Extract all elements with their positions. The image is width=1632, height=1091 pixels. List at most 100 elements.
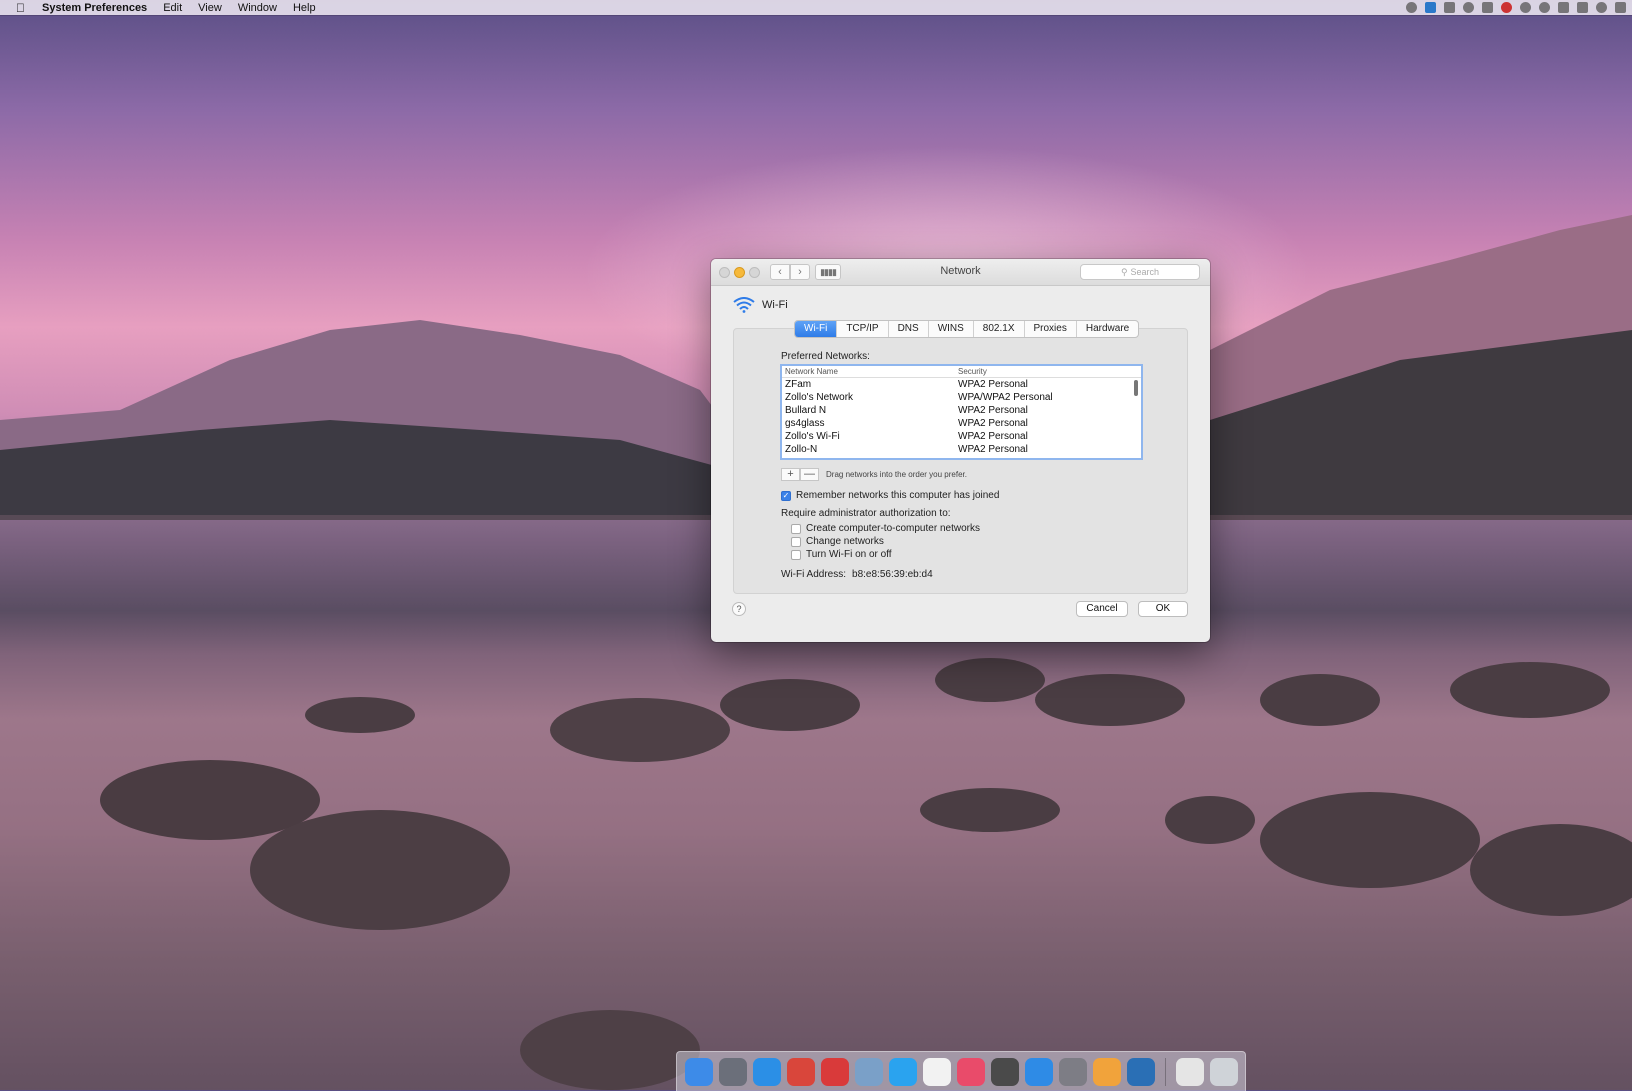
network-name: Zollo's Wi-Fi (785, 431, 840, 442)
table-scrollbar[interactable] (1134, 380, 1138, 396)
preferred-networks-label: Preferred Networks: (781, 351, 870, 362)
launchpad-icon[interactable] (718, 1057, 747, 1086)
service-header: Wi-Fi (733, 297, 788, 313)
table-header: Network Name Security (782, 366, 1141, 378)
toggle-wifi-checkbox[interactable]: Turn Wi-Fi on or off (791, 549, 892, 560)
calendar-icon[interactable] (922, 1057, 951, 1086)
column-security[interactable]: Security (958, 367, 987, 376)
table-row[interactable]: Zollo's Network WPA/WPA2 Personal (782, 391, 1141, 404)
preferred-networks-table[interactable]: Network Name Security ZFam WPA2 Personal… (780, 364, 1143, 460)
checkbox-empty-icon (791, 523, 801, 534)
wifi-icon (733, 297, 755, 313)
table-row[interactable]: gs4glass WPA2 Personal (782, 417, 1141, 430)
toggle-wifi-label: Turn Wi-Fi on or off (806, 549, 892, 560)
menu-help[interactable]: Help (293, 2, 316, 14)
menu-window[interactable]: Window (238, 2, 277, 14)
status-sync-icon[interactable] (1520, 2, 1531, 13)
network-name: Bullard N (785, 405, 827, 416)
tab-tcpip[interactable]: TCP/IP (837, 321, 889, 337)
title-bar[interactable]: ‹ › ▮▮▮▮ Network ⚲ Search (711, 259, 1210, 286)
network-security: WPA2 Personal (958, 444, 1028, 455)
network-security: WPA2 Personal (958, 405, 1028, 416)
twitter-icon[interactable] (888, 1057, 917, 1086)
status-time-machine-icon[interactable] (1596, 2, 1607, 13)
dock-separator (1164, 1057, 1166, 1086)
network-name: Zollo-N (785, 444, 818, 455)
network-security: WPA/WPA2 Personal (958, 392, 1053, 403)
menu-edit[interactable]: Edit (163, 2, 182, 14)
status-battery-icon[interactable] (1615, 2, 1626, 13)
table-row[interactable]: Zollo's Wi-Fi WPA2 Personal (782, 430, 1141, 443)
search-field[interactable]: ⚲ Search (1080, 264, 1200, 280)
final-cut-icon[interactable] (990, 1057, 1019, 1086)
system-preferences-icon[interactable] (1058, 1057, 1087, 1086)
itunes-icon[interactable] (956, 1057, 985, 1086)
tab-8021x[interactable]: 802.1X (974, 321, 1025, 337)
status-lock-icon[interactable] (1577, 2, 1588, 13)
network-window: ‹ › ▮▮▮▮ Network ⚲ Search Wi-Fi Wi-Fi TCP… (711, 259, 1210, 642)
remember-networks-checkbox[interactable]: ✓ Remember networks this computer has jo… (781, 490, 999, 501)
cancel-button[interactable]: Cancel (1076, 601, 1128, 617)
photos-icon[interactable] (1092, 1057, 1121, 1086)
tab-hardware[interactable]: Hardware (1077, 321, 1138, 337)
trash-icon[interactable] (1209, 1057, 1238, 1086)
status-record-icon[interactable] (1539, 2, 1550, 13)
create-networks-checkbox[interactable]: Create computer-to-computer networks (791, 523, 980, 534)
downloads-stack-icon[interactable] (1175, 1057, 1204, 1086)
opera-icon[interactable] (820, 1057, 849, 1086)
tab-wins[interactable]: WINS (929, 321, 974, 337)
wifi-address: Wi-Fi Address: b8:e8:56:39:eb:d4 (781, 569, 933, 580)
safari-icon[interactable] (752, 1057, 781, 1086)
network-name: ZFam (785, 379, 812, 390)
table-row[interactable]: Zollo-N WPA2 Personal (782, 443, 1141, 456)
network-security: WPA2 Personal (958, 379, 1028, 390)
remove-network-button[interactable]: — (800, 468, 819, 481)
status-moon-icon[interactable] (1463, 2, 1474, 13)
tab-proxies[interactable]: Proxies (1025, 321, 1077, 337)
add-remove-controls: + — (781, 468, 819, 481)
help-button[interactable]: ? (732, 602, 746, 616)
finder-icon[interactable] (684, 1057, 713, 1086)
status-bookmark-icon[interactable] (1444, 2, 1455, 13)
column-network-name[interactable]: Network Name (785, 367, 838, 376)
change-networks-label: Change networks (806, 536, 884, 547)
tab-bar: Wi-Fi TCP/IP DNS WINS 802.1X Proxies Har… (794, 320, 1140, 338)
require-admin-label: Require administrator authorization to: (781, 508, 951, 519)
checkbox-empty-icon (791, 549, 801, 560)
table-row[interactable]: Bullard N WPA2 Personal (782, 404, 1141, 417)
menu-app-name[interactable]: System Preferences (42, 2, 147, 14)
checkbox-empty-icon (791, 536, 801, 547)
wifi-address-label: Wi-Fi Address: (781, 569, 847, 580)
status-twitter-icon[interactable] (1425, 2, 1436, 13)
app-store-icon[interactable] (1024, 1057, 1053, 1086)
table-row[interactable]: ZFam WPA2 Personal (782, 378, 1141, 391)
remember-networks-label: Remember networks this computer has join… (796, 490, 1000, 501)
menu-view[interactable]: View (198, 2, 222, 14)
tab-dns[interactable]: DNS (889, 321, 929, 337)
add-network-button[interactable]: + (781, 468, 800, 481)
search-icon: ⚲ (1120, 267, 1128, 277)
apple-menu-icon[interactable]:  (16, 1, 30, 15)
tab-wifi[interactable]: Wi-Fi (795, 321, 838, 337)
search-placeholder: Search (1130, 267, 1160, 277)
checkmark-icon: ✓ (781, 490, 791, 501)
status-airplay-icon[interactable] (1558, 2, 1569, 13)
network-security: WPA2 Personal (958, 431, 1028, 442)
status-cloud-icon[interactable] (1482, 2, 1493, 13)
network-name: gs4glass (785, 418, 825, 429)
status-info-icon[interactable] (1406, 2, 1417, 13)
wifi-address-value: b8:e8:56:39:eb:d4 (852, 569, 933, 580)
preview-icon[interactable] (854, 1057, 883, 1086)
status-area (1406, 0, 1626, 15)
status-block-icon[interactable] (1501, 2, 1512, 13)
quicktime-icon[interactable] (1126, 1057, 1155, 1086)
create-networks-label: Create computer-to-computer networks (806, 523, 980, 534)
dock (676, 1051, 1246, 1091)
network-security: WPA2 Personal (958, 418, 1028, 429)
drag-hint: Drag networks into the order you prefer. (826, 470, 967, 479)
ok-button[interactable]: OK (1138, 601, 1188, 617)
service-name: Wi-Fi (762, 299, 788, 311)
change-networks-checkbox[interactable]: Change networks (791, 536, 884, 547)
chrome-icon[interactable] (786, 1057, 815, 1086)
menu-bar:  System Preferences Edit View Window He… (0, 0, 1632, 15)
